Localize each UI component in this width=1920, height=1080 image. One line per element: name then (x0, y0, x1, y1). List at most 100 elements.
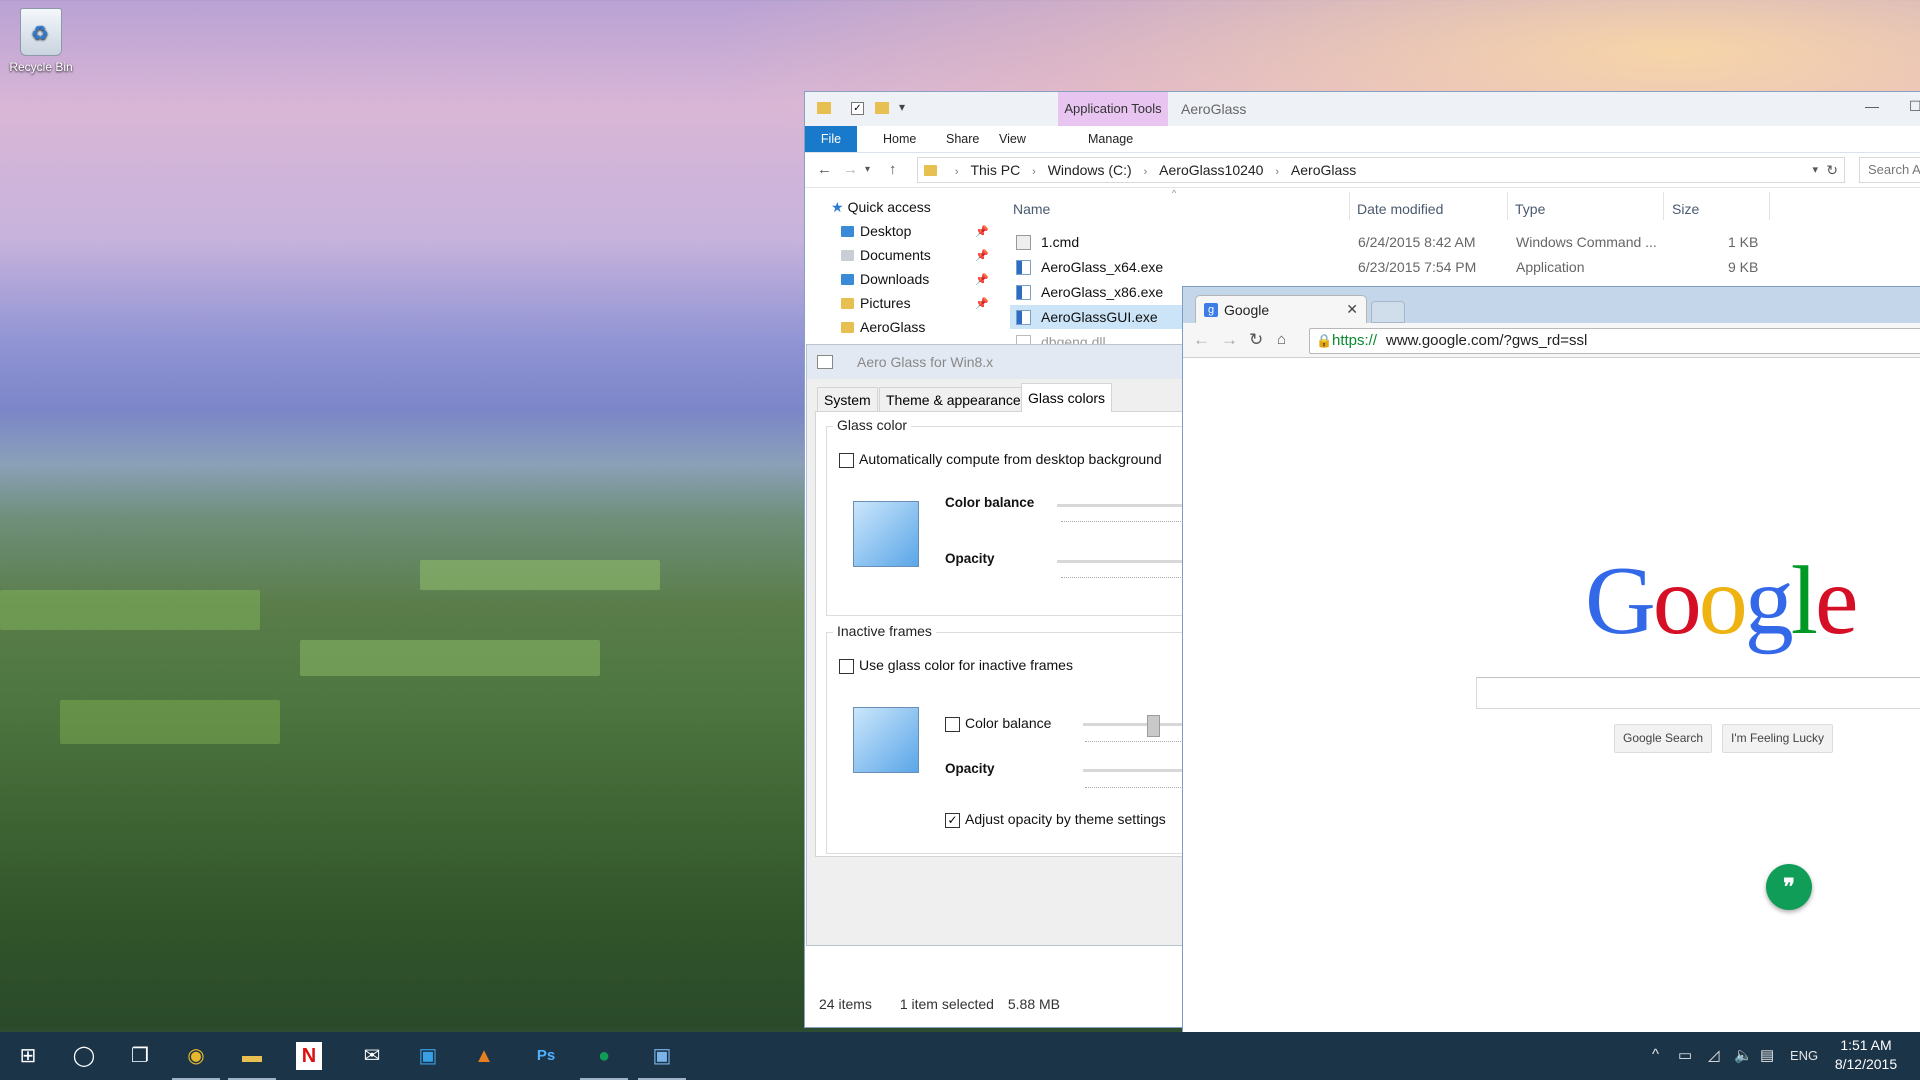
start-button[interactable]: ⊞ (0, 1032, 56, 1080)
column-divider[interactable] (1769, 192, 1770, 220)
omnibox[interactable]: 🔒 https:// www.google.com/?gws_rd=ssl (1309, 328, 1920, 354)
taskbar-aeroglass-gui[interactable]: ▣ (634, 1032, 690, 1080)
volume-icon[interactable]: 🔈 (1734, 1046, 1753, 1064)
nav-quick-access[interactable]: ★ Quick access (831, 199, 931, 216)
folder-icon (841, 322, 854, 333)
file-row[interactable]: 1.cmd 6/24/2015 8:42 AM Windows Command … (1010, 230, 1790, 254)
file-row[interactable]: AeroGlass_x64.exe 6/23/2015 7:54 PM Appl… (1010, 255, 1790, 279)
taskbar-netflix[interactable]: N (282, 1032, 338, 1080)
battery-icon[interactable]: ▭ (1678, 1046, 1692, 1064)
breadcrumb-separator: › (1032, 166, 1036, 178)
clock[interactable]: 1:51 AM 8/12/2015 (1826, 1036, 1906, 1074)
show-hidden-icons-icon[interactable]: ^ (1652, 1046, 1659, 1063)
language-indicator[interactable]: ENG (1790, 1048, 1818, 1063)
refresh-icon[interactable]: ↻ (1826, 158, 1838, 182)
group-label: Glass color (833, 417, 912, 433)
file-date: 6/23/2015 7:54 PM (1358, 259, 1477, 275)
column-type[interactable]: Type (1515, 201, 1545, 217)
taskbar-hangouts[interactable]: ● (576, 1032, 632, 1080)
column-divider[interactable] (1507, 192, 1508, 220)
inactive-color-swatch[interactable] (853, 707, 919, 773)
forward-icon[interactable]: → (843, 161, 858, 178)
new-tab-button[interactable] (1371, 301, 1405, 323)
forward-icon[interactable]: → (1221, 330, 1238, 350)
feeling-lucky-button[interactable]: I'm Feeling Lucky (1722, 724, 1833, 753)
chrome-tab-strip[interactable]: g Google ✕ (1183, 287, 1920, 324)
minimize-icon[interactable]: — (1865, 98, 1879, 114)
column-size[interactable]: Size (1672, 201, 1699, 217)
tab-google[interactable]: g Google ✕ (1195, 295, 1367, 324)
explorer-title-bar[interactable]: ✓ ▾ Application Tools AeroGlass — ☐ (805, 92, 1920, 126)
properties-icon[interactable]: ✓ (851, 102, 864, 115)
aeroglass-settings-dialog[interactable]: Aero Glass for Win8.x System Theme & app… (806, 344, 1208, 946)
google-search-button[interactable]: Google Search (1614, 724, 1713, 753)
nav-item-documents[interactable]: Documents 📌 (841, 247, 1011, 263)
breadcrumb-aeroglass[interactable]: AeroGlass (1291, 158, 1356, 182)
breadcrumb-this-pc[interactable]: This PC (970, 158, 1020, 182)
dialog-title-bar[interactable]: Aero Glass for Win8.x (807, 345, 1187, 379)
tab-home[interactable]: Home (873, 126, 926, 152)
google-search-input[interactable] (1476, 677, 1920, 709)
recycle-bin-icon (20, 8, 62, 56)
recycle-bin[interactable]: Recycle Bin (6, 8, 76, 74)
breadcrumb-aeroglass10240[interactable]: AeroGlass10240 (1159, 158, 1263, 182)
column-name[interactable]: Name (1013, 201, 1050, 217)
slider-thumb[interactable] (1147, 715, 1160, 737)
auto-compute-checkbox[interactable] (839, 453, 854, 468)
address-bar[interactable]: › This PC › Windows (C:) › AeroGlass1024… (917, 157, 1845, 183)
tab-file[interactable]: File (805, 126, 857, 152)
glass-color-group: Glass color Automatically compute from d… (826, 417, 1208, 616)
breadcrumb-windows-c[interactable]: Windows (C:) (1048, 158, 1132, 182)
customize-quick-access-icon[interactable]: ▾ (899, 100, 913, 114)
taskbar-app[interactable]: ▣ (400, 1032, 456, 1080)
home-icon[interactable]: ⌂ (1277, 331, 1286, 348)
adjust-opacity-checkbox[interactable]: ✓ (945, 813, 960, 828)
recent-locations-icon[interactable]: ▾ (865, 164, 870, 175)
taskbar-matlab[interactable]: ▲ (456, 1032, 512, 1080)
up-icon[interactable]: ↑ (889, 161, 897, 178)
tab-share[interactable]: Share (936, 126, 989, 152)
column-divider[interactable] (1663, 192, 1664, 220)
column-date-modified[interactable]: Date modified (1357, 201, 1443, 217)
nav-item-aeroglass[interactable]: AeroGlass (841, 319, 925, 335)
tab-theme-appearance[interactable]: Theme & appearance (879, 387, 1028, 412)
nav-quick-access-label: Quick access (847, 199, 931, 215)
group-label: Inactive frames (833, 623, 936, 639)
cortana-button[interactable]: ◯ (56, 1032, 112, 1080)
column-divider[interactable] (1349, 192, 1350, 220)
tab-glass-colors[interactable]: Glass colors (1021, 383, 1113, 412)
file-date: 6/24/2015 8:42 AM (1358, 234, 1476, 250)
task-view-button[interactable]: ❐ (112, 1032, 168, 1080)
close-tab-icon[interactable]: ✕ (1346, 301, 1358, 318)
hangouts-icon[interactable]: ❞ (1766, 864, 1812, 910)
file-type: Windows Command ... (1516, 234, 1657, 250)
taskbar-mail[interactable]: ✉ (344, 1032, 400, 1080)
folder-icon (924, 165, 937, 176)
glass-color-swatch[interactable] (853, 501, 919, 567)
tab-manage[interactable]: Manage (1078, 126, 1143, 152)
back-icon[interactable]: ← (1193, 330, 1210, 350)
network-icon[interactable]: ◿ (1708, 1046, 1720, 1064)
nav-item-label: Documents (860, 247, 931, 263)
maximize-icon[interactable]: ☐ (1909, 98, 1920, 115)
back-icon[interactable]: ← (817, 161, 832, 178)
taskbar-photoshop[interactable]: Ps (518, 1032, 574, 1080)
nav-item-desktop[interactable]: Desktop 📌 (841, 223, 1011, 239)
tab-system[interactable]: System (817, 387, 878, 412)
windows-icon: ⊞ (19, 1045, 37, 1067)
nav-item-downloads[interactable]: Downloads 📌 (841, 271, 1011, 287)
nav-item-pictures[interactable]: Pictures 📌 (841, 295, 1011, 311)
chrome-window[interactable]: g Google ✕ ← → ↻ ⌂ 🔒 https:// www.google… (1182, 286, 1920, 1034)
reload-icon[interactable]: ↻ (1249, 330, 1263, 350)
new-folder-icon[interactable] (875, 102, 889, 114)
taskbar-chrome[interactable]: ◉ (168, 1032, 224, 1080)
adjust-opacity-label: Adjust opacity by theme settings (965, 811, 1166, 827)
search-input[interactable]: Search A (1859, 157, 1920, 183)
taskbar-file-explorer[interactable]: ▬ (224, 1032, 280, 1080)
inactive-color-balance-checkbox[interactable] (945, 717, 960, 732)
tab-view[interactable]: View (989, 126, 1036, 152)
use-glass-color-checkbox[interactable] (839, 659, 854, 674)
chrome-toolbar: ← → ↻ ⌂ 🔒 https:// www.google.com/?gws_r… (1183, 323, 1920, 358)
action-center-icon[interactable]: ▤ (1760, 1046, 1774, 1064)
address-dropdown-icon[interactable]: ▾ (1812, 158, 1818, 182)
